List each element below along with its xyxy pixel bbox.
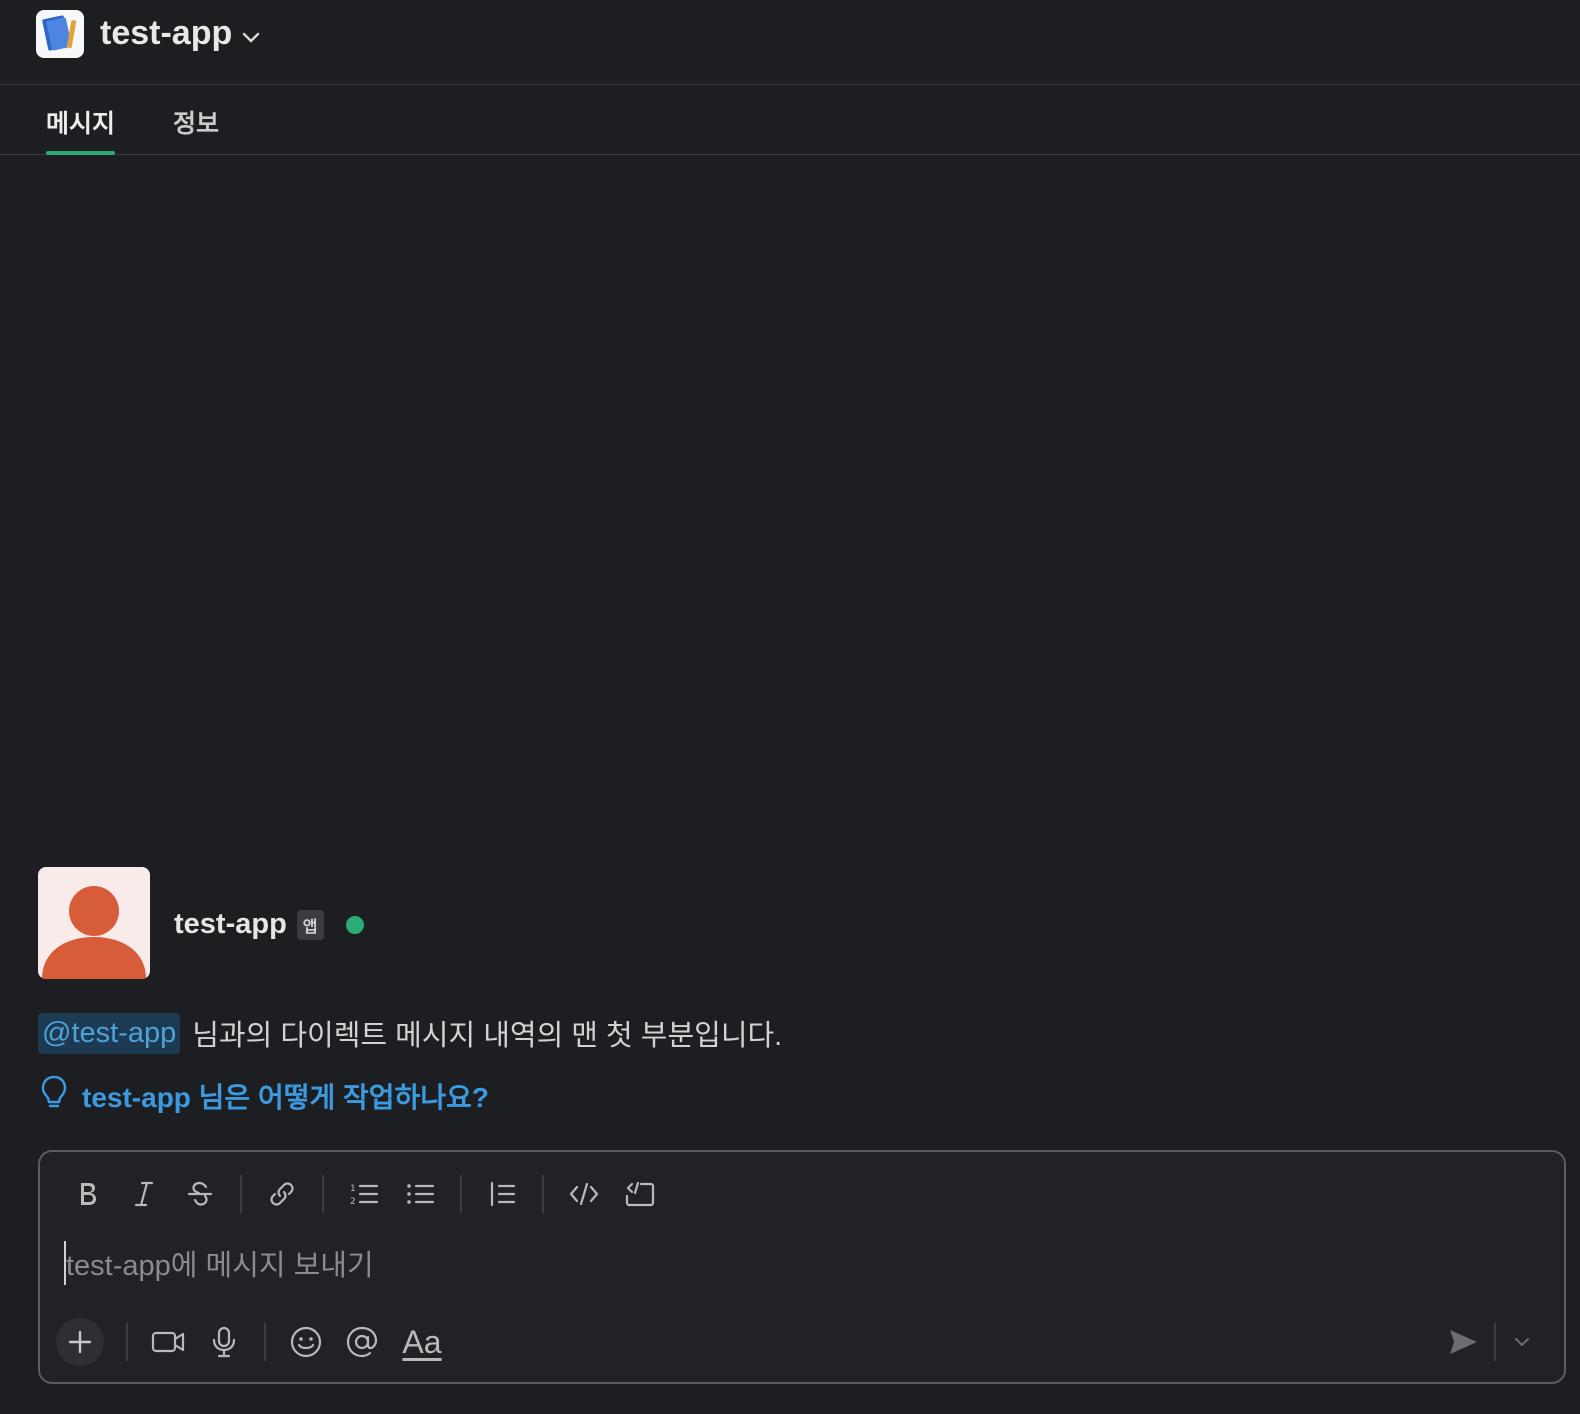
toolbar-divider [542, 1175, 544, 1213]
link-button[interactable] [254, 1170, 310, 1218]
plus-button[interactable] [56, 1318, 104, 1366]
mention-button[interactable] [334, 1318, 390, 1366]
video-clip-button[interactable] [140, 1318, 196, 1366]
bulleted-list-button[interactable] [392, 1170, 448, 1218]
toolbar-divider [1494, 1323, 1496, 1361]
blockquote-button[interactable] [474, 1170, 530, 1218]
strikethrough-button[interactable] [172, 1170, 228, 1218]
profile-header: test-app 앱 [174, 908, 364, 941]
message-input-placeholder: test-app에 메시지 보내기 [66, 1250, 374, 1282]
tab-bar: 메시지 정보 [0, 86, 1580, 155]
send-area [1438, 1320, 1542, 1364]
italic-button[interactable] [116, 1170, 172, 1218]
code-block-button[interactable] [612, 1170, 668, 1218]
app-logo [36, 10, 84, 58]
chevron-down-icon [242, 14, 260, 53]
microphone-button[interactable] [196, 1318, 252, 1366]
code-button[interactable] [556, 1170, 612, 1218]
svg-text:1: 1 [350, 1184, 356, 1194]
send-options-chevron-icon[interactable] [1502, 1318, 1542, 1366]
ordered-list-button[interactable]: 12 [336, 1170, 392, 1218]
send-button[interactable] [1438, 1318, 1488, 1366]
format-toolbar: 12 [60, 1170, 668, 1218]
status-online-icon [345, 915, 364, 934]
toolbar-divider [322, 1175, 324, 1213]
emoji-button[interactable] [278, 1318, 334, 1366]
message-composer: 12 test-app에 메시지 보내기 Aa [38, 1150, 1566, 1384]
app-title-text: test-app [100, 14, 233, 52]
channel-header: test-app [0, 0, 1580, 85]
message-input[interactable]: test-app에 메시지 보내기 [64, 1238, 1534, 1288]
app-badge: 앱 [296, 909, 324, 940]
user-mention[interactable]: @test-app [38, 1012, 181, 1054]
howto-label: test-app 님은 어떻게 작업하나요? [82, 1081, 489, 1113]
toolbar-divider [240, 1175, 242, 1213]
formatting-toggle-button[interactable]: Aa [390, 1324, 454, 1361]
app-title-dropdown[interactable]: test-app [100, 14, 260, 53]
tab-messages[interactable]: 메시지 [46, 104, 116, 155]
avatar[interactable] [38, 867, 150, 979]
toolbar-divider [460, 1175, 462, 1213]
dm-intro: @test-app 님과의 다이렉트 메시지 내역의 맨 첫 부분입니다. [38, 1012, 782, 1054]
toolbar-divider [126, 1323, 128, 1361]
lightbulb-icon [40, 1074, 68, 1117]
howto-link[interactable]: test-app 님은 어떻게 작업하나요? [40, 1074, 489, 1117]
bold-button[interactable] [60, 1170, 116, 1218]
profile-name[interactable]: test-app [174, 908, 287, 941]
composer-actions: Aa [56, 1316, 454, 1368]
intro-text: 님과의 다이렉트 메시지 내역의 맨 첫 부분입니다. [192, 1020, 783, 1052]
svg-text:2: 2 [350, 1197, 356, 1207]
toolbar-divider [264, 1323, 266, 1361]
tab-info[interactable]: 정보 [173, 104, 219, 155]
